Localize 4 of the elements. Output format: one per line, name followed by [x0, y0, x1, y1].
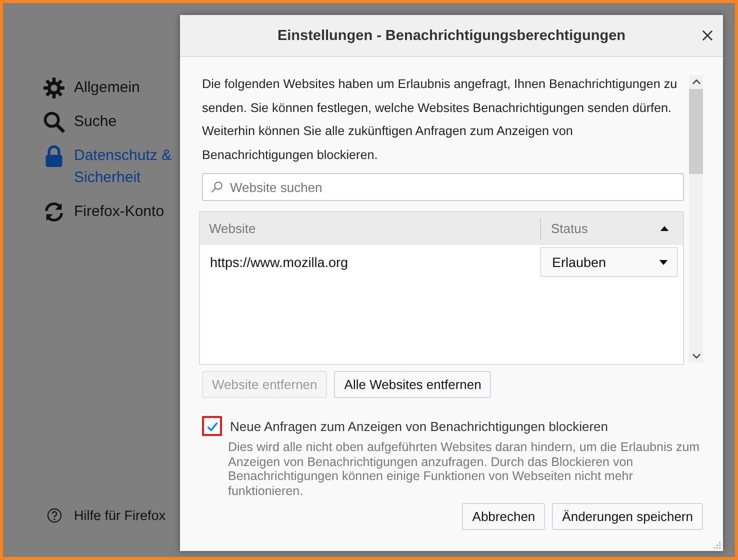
dialog-title: Einstellungen - Benachrichtigungsberechtigungen: [277, 28, 626, 44]
description-text: Dies wird alle nicht oben aufgeführten Websites daran hindern, um die Erlaubnis zum Anzeigen von Benachrichtigungen anzufragen. Durch das Blockieren von Benachrichtigungen können einige Funktionen von Webseiten nicht mehr funktionieren.: [228, 440, 701, 498]
website-cell-text: https://www.mozilla.org: [209, 254, 350, 270]
intro-text: Die folgenden Websites haben um Erlaubnis angefragt, Ihnen Benachrichtigungen zu senden. Sie können festlegen, welche Websites Benachrichtigungen senden dürfen. Weiterhin können Sie alle zukünftigen Anfragen zum Anzeigen von Benachrichtigungen blockieren.: [202, 76, 678, 164]
